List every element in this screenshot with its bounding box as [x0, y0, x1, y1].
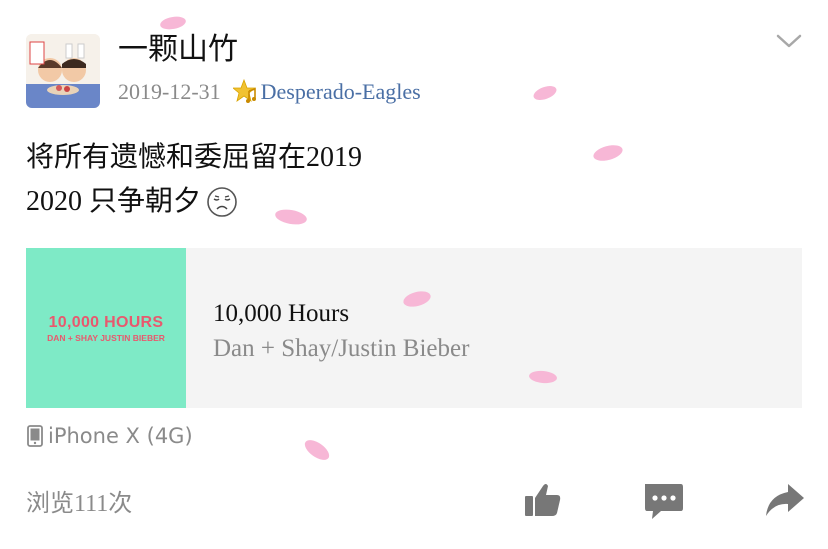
device-label: iPhone X (4G) [48, 424, 193, 448]
username[interactable]: 一颗山竹 [118, 30, 238, 70]
petal-decoration [593, 145, 623, 161]
petal-decoration [529, 370, 557, 384]
petal-decoration [304, 440, 330, 460]
song-title: 10,000 Hours [213, 300, 350, 327]
avatar-illustration [26, 34, 100, 108]
avatar[interactable] [26, 34, 100, 108]
share-icon[interactable] [762, 478, 806, 522]
album-title: 10,000 HOURS [48, 314, 164, 331]
phone-icon [27, 425, 43, 447]
post-line-2-text: 2020 只争朝夕 [26, 186, 202, 217]
post-date: 2019-12-31 [118, 79, 221, 104]
post-text: 将所有遗憾和委屈留在2019 2020 只争朝夕 [26, 136, 362, 224]
thumbs-up-icon[interactable] [521, 478, 565, 522]
device-info: iPhone X (4G) [26, 424, 193, 448]
chevron-down-icon[interactable] [774, 30, 804, 52]
petal-decoration [160, 16, 186, 30]
view-count: 浏览111次 [26, 491, 133, 517]
petal-decoration [533, 86, 557, 100]
post-meta: 2019-12-31 Desperado-Eagles [118, 78, 421, 106]
star-icon [232, 79, 256, 103]
post-line-1: 将所有遗憾和委屈留在2019 [26, 142, 363, 173]
song-artist: Dan + Shay/Justin Bieber [213, 335, 470, 362]
petal-decoration [275, 209, 307, 225]
album-cover: 10,000 HOURS DAN + SHAY JUSTIN BIEBER [26, 248, 186, 408]
comment-icon[interactable] [641, 478, 685, 522]
source-link[interactable]: Desperado-Eagles [261, 79, 421, 105]
sad-face-emoji-icon [207, 187, 237, 217]
music-card[interactable]: 10,000 HOURS DAN + SHAY JUSTIN BIEBER 10… [26, 248, 802, 408]
petal-decoration [403, 291, 431, 307]
post-line-2: 2020 只争朝夕 [26, 180, 362, 224]
album-subtitle: DAN + SHAY JUSTIN BIEBER [47, 333, 165, 343]
